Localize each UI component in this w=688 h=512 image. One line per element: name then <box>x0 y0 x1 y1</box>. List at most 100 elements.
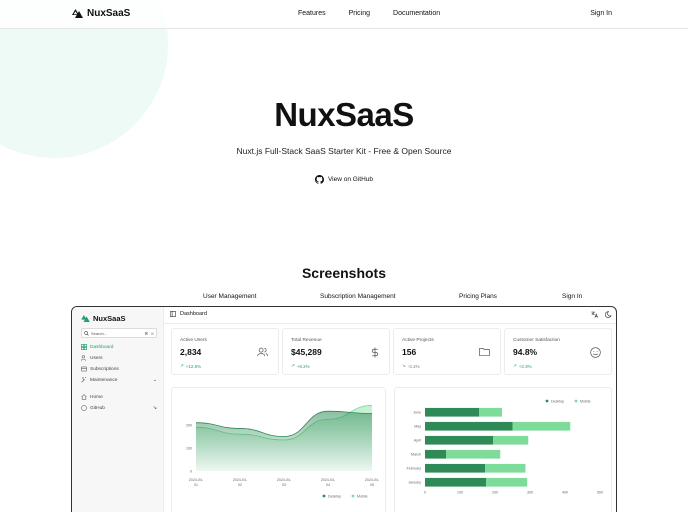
stat-change: ↘ -3.1% <box>402 363 420 369</box>
category-label: February <box>407 467 422 471</box>
sidebar-item-label: Home <box>90 394 103 400</box>
sign-in-link[interactable]: Sign In <box>590 10 612 17</box>
shortcut-key-cmd: ⌘ <box>144 330 149 336</box>
dashboard-icon <box>81 344 87 350</box>
bar-mobile <box>512 421 571 431</box>
area-chart-card: 0 100 200 2024-04-01 2024-04-02 2024-04-03 202… <box>171 387 386 512</box>
category-label: May <box>414 425 421 429</box>
legend-label: Mobile <box>357 494 368 498</box>
sidebar-item-label: Users <box>90 355 103 361</box>
external-link-icon: ↘ <box>152 405 157 411</box>
hero-subtitle: Nuxt.js Full-Stack SaaS Starter Kit - Fr… <box>236 146 452 156</box>
search-shortcut: ⌘ K <box>144 331 156 336</box>
bar-desktop <box>425 435 494 445</box>
tab-pricing-plans[interactable]: Pricing Plans <box>459 293 497 300</box>
category-label: April <box>414 439 421 443</box>
x-tick-line: 05 <box>370 483 374 487</box>
sidebar-toggle-icon[interactable] <box>170 311 176 317</box>
view-on-github-button[interactable]: View on GitHub <box>314 175 373 184</box>
nav-link-features[interactable]: Features <box>298 10 326 17</box>
x-tick-line: 2024-04- <box>189 478 204 482</box>
x-tick-line: 04 <box>326 483 330 487</box>
y-tick-label: 100 <box>186 446 192 450</box>
y-tick-label: 200 <box>186 423 192 427</box>
category-label: March <box>411 453 421 457</box>
x-tick-label: 200 <box>492 491 498 495</box>
x-tick-line: 03 <box>282 483 286 487</box>
sidebar-item-github[interactable]: GitHub ↘ <box>81 405 157 411</box>
tab-subscription-management[interactable]: Subscription Management <box>320 293 396 300</box>
nav-link-documentation[interactable]: Documentation <box>393 10 440 17</box>
stat-value: 94.8% <box>513 347 538 357</box>
search-placeholder: Search... <box>91 330 108 336</box>
area-chart: 01002002024-04-012024-04-022024-04-03202… <box>186 405 380 498</box>
bar-mobile <box>486 477 528 487</box>
tab-sign-in[interactable]: Sign In <box>562 293 582 300</box>
sidebar-item-home[interactable]: Home <box>81 394 157 400</box>
stat-card-active-users: Active Users 2,834 ↗ +12.5% <box>171 328 279 375</box>
translate-icon[interactable] <box>591 311 598 318</box>
x-tick-line: 01 <box>194 483 198 487</box>
page: NuxSaaS Features Pricing Documentation S… <box>0 0 688 512</box>
top-nav: NuxSaaS Features Pricing Documentation S… <box>0 0 688 29</box>
bar-desktop <box>425 477 487 487</box>
sidebar-brand[interactable]: NuxSaaS <box>81 314 126 323</box>
topbar-icons <box>591 311 612 318</box>
sidebar-item-label: GitHub <box>90 405 105 411</box>
sidebar-brand-name: NuxSaaS <box>93 314 126 323</box>
users-icon <box>257 347 268 357</box>
x-tick-line: 2024-04- <box>365 478 380 482</box>
category-label: June <box>413 411 421 415</box>
page-title: Dashboard <box>170 311 207 317</box>
x-tick-line: 2024-04- <box>321 478 336 482</box>
stat-card-active-projects: Active Projects 156 ↘ -3.1% <box>393 328 501 375</box>
bar-desktop <box>425 421 513 431</box>
stat-change: ↗ +2.3% <box>513 363 532 369</box>
legend-label: Mobile <box>580 399 591 403</box>
stat-label: Customer Satisfaction <box>513 338 560 343</box>
tab-user-management[interactable]: User Management <box>203 293 256 300</box>
page-title-text: Dashboard <box>180 311 207 317</box>
x-tick-line: 2024-04- <box>277 478 292 482</box>
trend-up-icon: ↗ <box>513 363 517 368</box>
chevron-down-icon: ⌄ <box>152 377 157 383</box>
legend-label: Desktop <box>551 399 564 403</box>
logo-icon <box>81 315 90 322</box>
app-topbar: Dashboard <box>164 307 616 324</box>
stat-change-value: +2.3% <box>518 363 532 369</box>
bar-desktop <box>425 407 480 417</box>
x-tick-label: 100 <box>457 491 463 495</box>
x-tick-label: 2024-04-03 <box>277 478 292 487</box>
x-tick-label: 300 <box>527 491 533 495</box>
stat-change: ↗ +8.2% <box>291 363 310 369</box>
sidebar-item-maintenance[interactable]: Maintenance ⌄ <box>81 377 157 383</box>
bar-desktop <box>425 463 486 473</box>
y-tick-label: 0 <box>190 469 192 473</box>
nav-link-pricing[interactable]: Pricing <box>349 10 370 17</box>
sidebar-item-subscriptions[interactable]: Subscriptions <box>81 366 157 372</box>
stat-value: $45,289 <box>291 347 322 357</box>
logo-icon <box>72 9 83 18</box>
stat-label: Active Projects <box>402 338 434 343</box>
moon-icon[interactable] <box>605 311 612 318</box>
sidebar-item-dashboard[interactable]: Dashboard <box>81 344 157 350</box>
stat-change-value: +12.5% <box>185 363 202 369</box>
legend-swatch <box>322 494 326 498</box>
shortcut-key-k: K <box>151 330 154 336</box>
bar-chart-card: Desktop Mobile June May April March February Ja… <box>394 387 612 512</box>
x-tick-label: 2024-04-01 <box>189 478 204 487</box>
bar-mobile <box>479 407 502 417</box>
brand-logo[interactable]: NuxSaaS <box>72 8 130 19</box>
category-label: January <box>408 481 421 485</box>
screenshots-title: Screenshots <box>301 265 387 281</box>
home-icon <box>81 394 87 400</box>
stat-card-total-revenue: Total Revenue $45,289 ↗ +8.2% <box>282 328 390 375</box>
sidebar-item-users[interactable]: Users <box>81 355 157 361</box>
sidebar-search-input[interactable]: Search... ⌘ K <box>81 328 157 338</box>
bar-mobile <box>446 449 501 459</box>
folder-icon <box>479 347 490 356</box>
dollar-icon <box>372 347 378 358</box>
wrench-icon <box>81 377 87 383</box>
area-desktop <box>196 411 372 471</box>
github-icon <box>81 405 87 411</box>
